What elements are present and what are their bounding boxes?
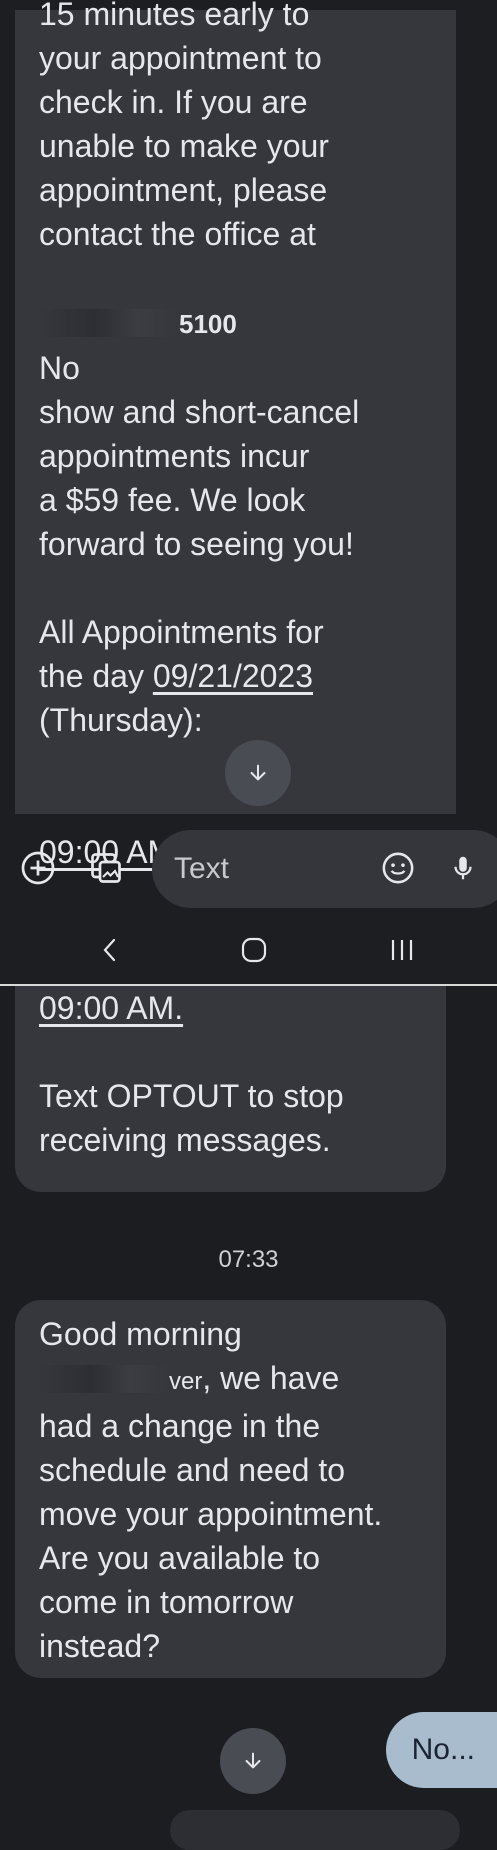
message-line: had a change in the: [39, 1408, 321, 1444]
message-line: Are you available to: [39, 1540, 321, 1576]
name-tail: ver: [169, 1368, 203, 1395]
home-button[interactable]: [224, 926, 284, 974]
message-line: contact the office at: [39, 216, 316, 252]
message-line: appointment, please: [39, 172, 328, 208]
message-line: forward to seeing you!: [39, 526, 354, 562]
message-line: show and short-cancel: [39, 394, 360, 430]
mic-button[interactable]: [443, 848, 483, 888]
no-word: No: [39, 350, 80, 386]
back-button[interactable]: [80, 926, 140, 974]
message-line: Good morning: [39, 1316, 242, 1352]
name-line: ver, we have: [39, 1356, 422, 1404]
message-line: Text OPTOUT to stop: [39, 1078, 344, 1114]
sent-message-bubble[interactable]: No...: [385, 1712, 497, 1788]
message-line: a $59 fee. We look: [39, 482, 306, 518]
date-link[interactable]: 09/21/2023: [153, 658, 313, 694]
home-icon: [241, 937, 267, 963]
message-line: your appointment to: [39, 40, 322, 76]
date-prefix: the day: [39, 658, 153, 694]
message-line: 15 minutes early to: [39, 0, 310, 32]
message-line: appointments incur: [39, 438, 310, 474]
recents-icon: [391, 940, 413, 960]
screenshot-top: 15 minutes early to your appointment to …: [0, 0, 497, 984]
emoji-button[interactable]: [378, 848, 418, 888]
message-bubble-appointment: 15 minutes early to your appointment to …: [15, 0, 456, 870]
scroll-to-bottom-button[interactable]: [220, 1728, 286, 1794]
gallery-button[interactable]: [86, 848, 126, 888]
message-line: instead?: [39, 1628, 160, 1664]
system-nav-bar: [0, 920, 497, 980]
date-line: the day 09/21/2023: [39, 654, 432, 698]
phone-line: 5100 No: [39, 256, 432, 390]
scroll-to-bottom-button[interactable]: [225, 740, 291, 806]
phone-tail: 5100: [179, 309, 237, 339]
composer-edge: [170, 1810, 460, 1850]
message-line: receiving messages.: [39, 1122, 331, 1158]
emoji-icon: [382, 852, 414, 884]
message-line: unable to make your: [39, 128, 329, 164]
recents-button[interactable]: [372, 926, 432, 974]
message-timestamp: 07:33: [218, 1246, 279, 1273]
message-line: move your appointment.: [39, 1496, 383, 1532]
back-icon: [103, 938, 116, 962]
add-icon: [21, 851, 55, 885]
all-appointments-line: All Appointments for: [39, 614, 324, 650]
sent-message-text: No...: [411, 1733, 475, 1766]
message-composer: Text: [0, 826, 497, 914]
message-line: come in tomorrow: [39, 1584, 294, 1620]
message-line: check in. If you are: [39, 84, 308, 120]
message-bubble-schedule-change: Good morning ver, we have had a change i…: [15, 1300, 446, 1678]
message-line: schedule and need to: [39, 1452, 346, 1488]
weekday-line: (Thursday):: [39, 702, 203, 738]
message-input-placeholder: Text: [174, 852, 230, 885]
add-button[interactable]: [18, 848, 58, 888]
redacted-name: [39, 1365, 169, 1393]
gallery-icon: [91, 853, 121, 883]
mic-icon: [454, 856, 472, 880]
arrow-down-icon: [245, 1752, 261, 1769]
arrow-down-icon: [250, 764, 266, 781]
message-bubble-optout: 09:00 AM. Text OPTOUT to stop receiving …: [15, 986, 446, 1192]
after-name: , we have: [202, 1360, 340, 1396]
time-link[interactable]: 09:00 AM.: [39, 990, 183, 1026]
redacted-phone: [39, 309, 179, 337]
